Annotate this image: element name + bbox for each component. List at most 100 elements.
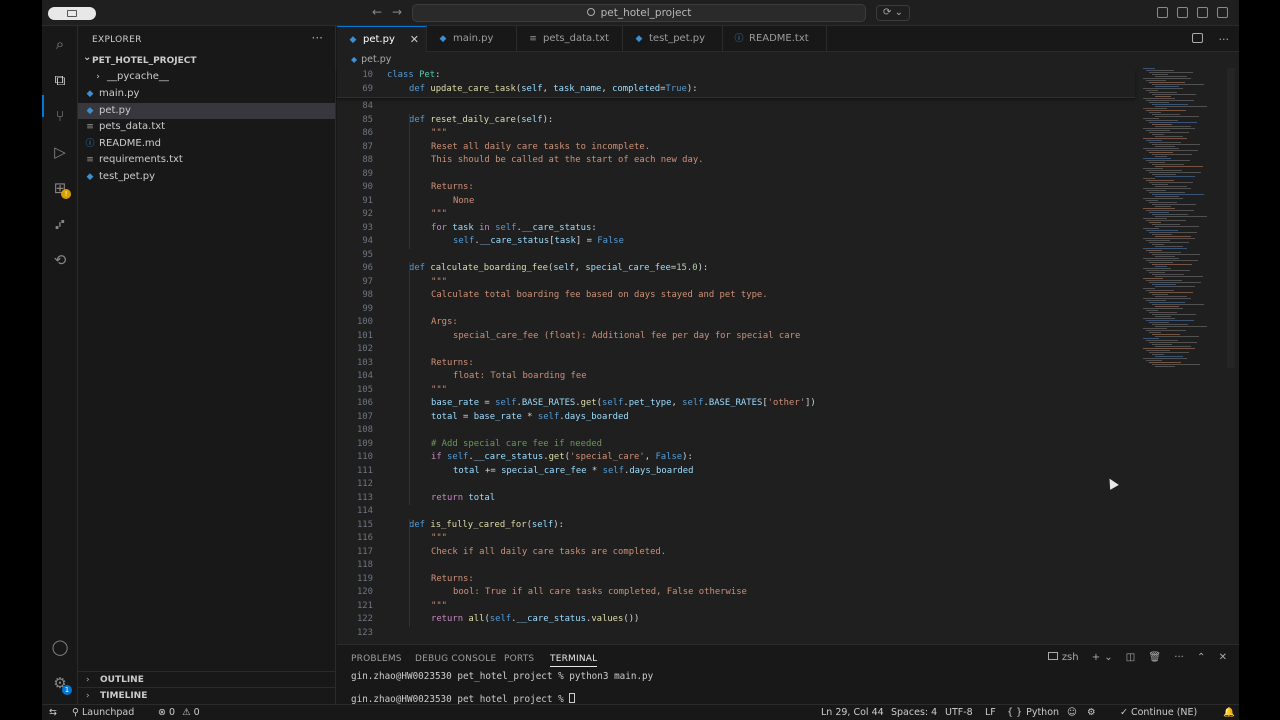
code-editor[interactable]: ◆ pet.py 10 class Pet: 69 def update_care_ta… (337, 52, 1239, 644)
code-line[interactable]: 108 (337, 424, 387, 438)
toggle-sidebar-icon[interactable] (1177, 7, 1188, 18)
code-line[interactable]: 112 (337, 478, 387, 492)
new-terminal-icon[interactable]: + (1092, 652, 1100, 663)
manage-gear-icon[interactable]: ⚙ 1 (51, 674, 72, 695)
chevron-down-icon[interactable]: ⌄ (1104, 652, 1112, 663)
more-actions-icon[interactable]: ··· (1174, 652, 1184, 663)
language-mode[interactable]: { } Python (1007, 707, 1059, 718)
code-line[interactable]: 97 """ (337, 276, 447, 290)
code-line[interactable]: 101 special_care_fee (float): Additional … (337, 330, 800, 344)
tree-item-main-py[interactable]: ◆ main.py (78, 86, 335, 103)
launchpad-item[interactable]: ⚲ Launchpad (72, 707, 134, 718)
code-line[interactable]: 115 def is_fully_cared_for(self): (337, 519, 564, 533)
explorer-icon[interactable]: ⧉ (51, 71, 69, 89)
code-line[interactable]: 110 if self.__care_status.get('special_ca… (337, 451, 693, 465)
code-line[interactable]: 91 None (337, 195, 474, 209)
tree-item-requirements[interactable]: ≡ requirements.txt (78, 152, 335, 169)
close-panel-icon[interactable]: ✕ (1219, 652, 1227, 663)
copilot-button[interactable]: ⟳ ⌄ (876, 5, 910, 21)
encoding[interactable]: UTF-8 (945, 707, 973, 718)
window-controls[interactable] (48, 7, 96, 20)
tree-item-readme[interactable]: ⓘ README.md (78, 136, 335, 153)
source-control-icon[interactable]: ⑂ (51, 107, 69, 125)
tree-item-pet-py[interactable]: ◆ pet.py (78, 102, 335, 119)
git-graph-icon[interactable]: ⑇ (51, 215, 69, 233)
close-icon[interactable]: ✕ (410, 27, 419, 53)
code-line[interactable]: 89 (337, 168, 387, 182)
vertical-scrollbar[interactable] (1227, 68, 1235, 368)
code-line[interactable]: 121 """ (337, 600, 447, 614)
line-ending[interactable]: LF (985, 707, 996, 718)
tab-pets-data[interactable]: ≡ pets_data.txt (517, 26, 623, 52)
tab-readme[interactable]: ⓘ README.txt (723, 26, 827, 52)
code-line[interactable]: 96 def calculate_boarding_fee(self, speci… (337, 262, 708, 276)
indentation[interactable]: Spaces: 4 (891, 707, 937, 718)
tab-terminal[interactable]: TERMINAL (550, 654, 598, 667)
minimap[interactable] (1143, 68, 1211, 378)
code-line[interactable]: 93 for task in self.__care_status: (337, 222, 596, 236)
feedback-icon[interactable]: ⚙ (1087, 707, 1096, 718)
tab-test-pet[interactable]: ◆ test_pet.py (623, 26, 723, 52)
tree-item-pycache[interactable]: › __pycache__ (78, 69, 335, 86)
tab-main-py[interactable]: ◆ main.py (427, 26, 517, 52)
code-line[interactable]: 104 float: Total boarding fee (337, 370, 587, 384)
account-icon[interactable]: ◯ (51, 638, 69, 656)
tree-item-pets-data[interactable]: ≡ pets_data.txt (78, 119, 335, 136)
shell-name[interactable]: zsh (1062, 652, 1079, 663)
code-line[interactable]: 69 def update_care_task(self, task_name, … (337, 83, 697, 97)
code-line[interactable]: 119 Returns: (337, 573, 474, 587)
search-icon[interactable]: ⌕ (51, 35, 69, 53)
sticky-scroll-header[interactable]: 10 class Pet: 69 def update_care_task(self,… (337, 68, 1135, 98)
code-line[interactable]: 117 Check if all daily care tasks are com… (337, 546, 666, 560)
notifications-bell-icon[interactable]: 🔔 (1223, 707, 1235, 718)
code-line[interactable]: 99 (337, 303, 387, 317)
breadcrumb-file[interactable]: pet.py (361, 54, 391, 65)
code-line[interactable]: 118 (337, 559, 387, 573)
code-line[interactable]: 95 (337, 249, 387, 263)
code-line[interactable]: 100 Args: (337, 316, 458, 330)
code-line[interactable]: 109 # Add special care fee if needed (337, 438, 602, 452)
command-center-search[interactable]: pet_hotel_project (412, 4, 866, 22)
code-line[interactable]: 94 self.__care_status[task] = False (337, 235, 624, 249)
code-line[interactable]: 90 Returns: (337, 181, 473, 195)
split-terminal-icon[interactable]: ◫ (1126, 652, 1135, 663)
code-line[interactable]: 113 return total (337, 492, 495, 506)
code-line[interactable]: 107 total = base_rate * self.days_boarded (337, 411, 629, 425)
code-line[interactable]: 102 (337, 343, 387, 357)
tab-debug-console[interactable]: DEBUG CONSOLE (415, 654, 496, 664)
remote-icon[interactable]: ⟲ (51, 251, 69, 269)
project-folder[interactable]: PET_HOTEL_PROJECT (83, 52, 196, 66)
code-line[interactable]: 111 total += special_care_fee * self.days… (337, 465, 694, 479)
code-line[interactable]: 84 (337, 100, 387, 114)
code-line[interactable]: 98 Calculate total boarding fee based on … (337, 289, 767, 303)
split-editor-icon[interactable] (1192, 33, 1203, 43)
tab-problems[interactable]: PROBLEMS (351, 654, 402, 664)
code-line[interactable]: 88 This should be called at the start of … (337, 154, 703, 168)
extensions-icon[interactable]: ⊞ ! (51, 179, 71, 199)
code-line[interactable]: 122 return all(self.__care_status.values(… (337, 613, 639, 627)
more-actions-icon[interactable]: ··· (312, 31, 323, 45)
code-line[interactable]: 103 Returns: (337, 357, 474, 371)
toggle-panel-icon[interactable] (1197, 7, 1208, 18)
tab-ports[interactable]: PORTS (504, 654, 534, 664)
copilot-status-icon[interactable]: ☺ (1067, 707, 1077, 718)
tab-pet-py[interactable]: ◆ pet.py ✕ (337, 26, 427, 52)
code-line[interactable]: 86 """ (337, 127, 447, 141)
forward-arrow-icon[interactable]: → (392, 5, 402, 19)
toggle-secondary-sidebar-icon[interactable] (1217, 7, 1228, 18)
more-actions-icon[interactable]: ··· (1219, 33, 1230, 46)
code-line[interactable]: 92 """ (337, 208, 447, 222)
problems-status[interactable]: ⊗ 0 ⚠ 0 (158, 707, 200, 718)
continue-status[interactable]: ✓ Continue (NE) (1120, 707, 1197, 718)
run-debug-icon[interactable]: ▷ (51, 143, 69, 161)
maximize-panel-icon[interactable]: ⌃ (1197, 652, 1205, 663)
timeline-section[interactable]: › TIMELINE (78, 687, 335, 703)
remote-indicator-icon[interactable]: ⇆ (49, 707, 57, 718)
code-line[interactable]: 123 (337, 627, 387, 641)
code-line[interactable]: 120 bool: True if all care tasks complete… (337, 586, 747, 600)
trash-icon[interactable]: 🗑 (1148, 652, 1161, 663)
code-line[interactable]: 87 Reset all daily care tasks to incomple… (337, 141, 650, 155)
customize-layout-icon[interactable] (1157, 7, 1168, 18)
code-line[interactable]: 85 def reset_daily_care(self): (337, 114, 553, 128)
cursor-position[interactable]: Ln 29, Col 44 (821, 707, 884, 718)
